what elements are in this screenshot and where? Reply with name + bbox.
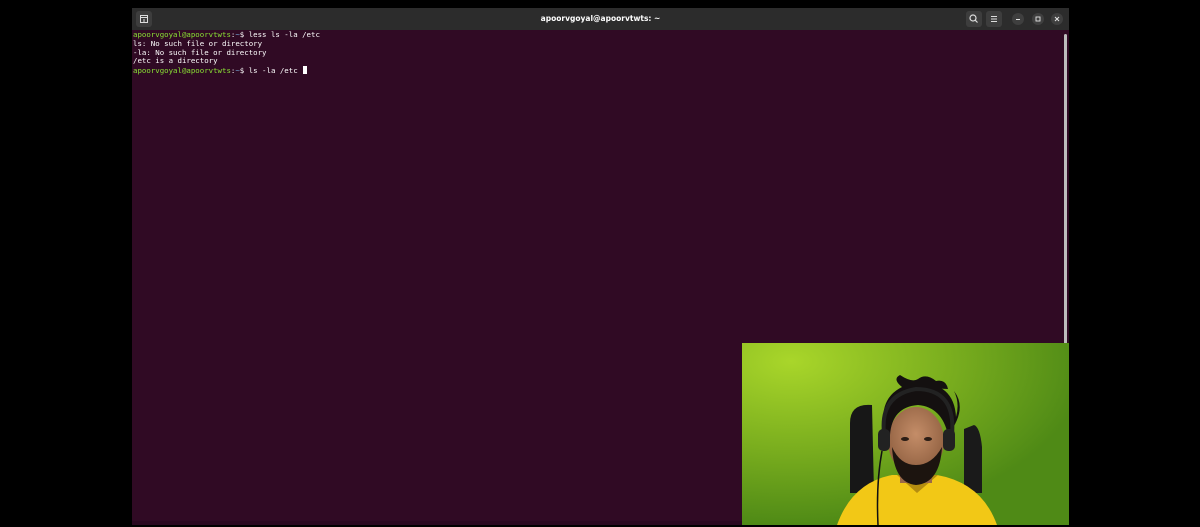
close-button[interactable] bbox=[1051, 13, 1063, 25]
terminal-command-line: apoorvgoyal@apoorvtwts:~$ less ls -la /e… bbox=[133, 30, 1069, 40]
maximize-button[interactable] bbox=[1032, 13, 1044, 25]
menu-button[interactable] bbox=[986, 11, 1002, 27]
terminal-output-line: /etc is a directory bbox=[133, 56, 218, 66]
search-icon bbox=[969, 14, 978, 23]
command-input-text[interactable]: ls -la /etc bbox=[244, 66, 302, 75]
maximize-icon bbox=[1035, 16, 1041, 22]
title-bar[interactable]: apoorvgoyal@apoorvtwts: ~ bbox=[132, 8, 1069, 30]
close-icon bbox=[1054, 16, 1060, 22]
vertical-scrollbar[interactable] bbox=[1064, 34, 1067, 344]
hamburger-menu-icon bbox=[991, 16, 997, 22]
terminal-output-line: -la: No such file or directory bbox=[133, 47, 267, 57]
prompt-user-host: apoorvgoyal@apoorvtwts bbox=[133, 66, 231, 76]
minimize-icon bbox=[1016, 19, 1020, 20]
prompt-user-host: apoorvgoyal@apoorvtwts bbox=[133, 30, 231, 39]
presenter-webcam-image bbox=[742, 343, 1069, 525]
webcam-overlay bbox=[742, 343, 1069, 525]
window-title: apoorvgoyal@apoorvtwts: ~ bbox=[540, 14, 661, 23]
text-cursor bbox=[303, 66, 308, 75]
minimize-button[interactable] bbox=[1012, 13, 1024, 25]
terminal-command-line[interactable]: apoorvgoyal@apoorvtwts:~$ ls -la /etc bbox=[133, 66, 1069, 75]
search-button[interactable] bbox=[966, 11, 982, 27]
terminal-output-line: ls: No such file or directory bbox=[133, 38, 263, 48]
command-text: less ls -la /etc bbox=[244, 30, 320, 39]
